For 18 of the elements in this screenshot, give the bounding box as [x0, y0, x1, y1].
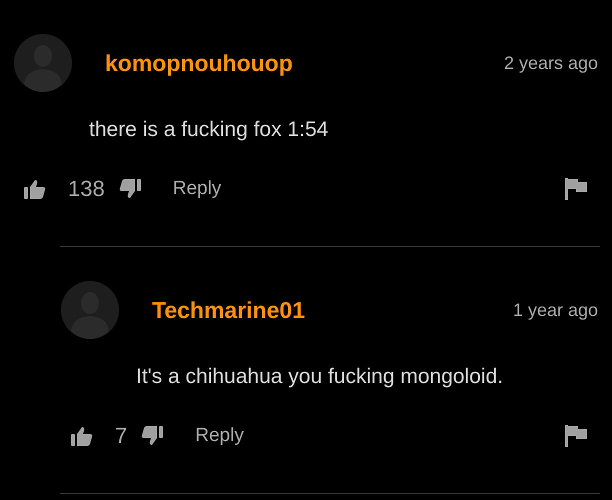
- like-count: 138: [68, 176, 105, 202]
- like-count: 7: [115, 423, 128, 449]
- reply-link[interactable]: Reply: [195, 425, 244, 447]
- avatar-icon: [61, 281, 119, 339]
- timestamp: 2 years ago: [504, 52, 598, 74]
- username[interactable]: komopnouhouop: [105, 50, 293, 76]
- thumbs-down-icon[interactable]: [141, 426, 164, 446]
- thumbs-up-icon[interactable]: [71, 426, 93, 446]
- timestamp: 1 year ago: [512, 300, 598, 320]
- comment-text: It's a chihuahua you fucking mongoloid.: [136, 364, 504, 390]
- avatar-icon: [14, 34, 72, 92]
- flag-icon[interactable]: [565, 178, 587, 200]
- thumbs-down-icon[interactable]: [118, 179, 141, 199]
- username[interactable]: Techmarine01: [152, 296, 305, 324]
- comment-text: there is a fucking fox 1:54: [89, 117, 330, 143]
- flag-icon[interactable]: [565, 425, 587, 447]
- thumbs-up-icon[interactable]: [24, 179, 46, 199]
- reply-link[interactable]: Reply: [172, 178, 222, 200]
